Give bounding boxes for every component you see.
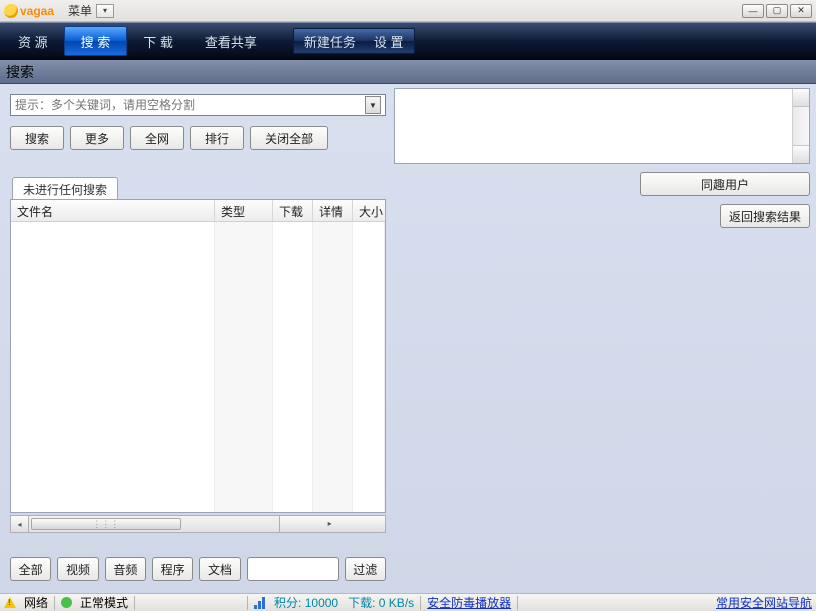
app-name: vagaa — [20, 4, 54, 18]
results-body — [11, 222, 385, 512]
search-input[interactable] — [15, 98, 365, 112]
col-size[interactable]: 大小 — [353, 200, 385, 221]
same-interest-button[interactable]: 同趣用户 — [640, 172, 810, 196]
status-bar: 网络 正常模式 积分: 10000 下载: 0 KB/s 安全防毒播放器 常用安… — [0, 593, 816, 611]
col-detail[interactable]: 详情 — [313, 200, 353, 221]
nav-search[interactable]: 搜 索 — [64, 26, 128, 56]
preview-vscroll[interactable] — [792, 89, 809, 163]
filter-document-button[interactable]: 文档 — [199, 557, 240, 581]
status-mode[interactable]: 正常模式 — [80, 594, 128, 611]
menu-dropdown-icon[interactable]: ▾ — [96, 4, 114, 18]
rank-button[interactable]: 排行 — [190, 126, 244, 150]
status-dl-value: 0 KB/s — [379, 596, 414, 610]
preview-pane — [394, 88, 810, 164]
search-dropdown-icon[interactable]: ▼ — [365, 96, 381, 114]
results-hscroll[interactable]: ◂ ⋮⋮⋮ ▸ — [10, 515, 386, 533]
close-button[interactable]: ✕ — [790, 4, 812, 18]
signal-bars-icon — [254, 597, 268, 609]
hscroll-left-icon[interactable]: ◂ — [11, 516, 29, 532]
app-logo-icon — [4, 4, 18, 18]
main-area: ▼ 搜索 更多 全网 排行 关闭全部 未进行任何搜索 文件名 类型 下载 详情 … — [0, 84, 816, 593]
nav-download[interactable]: 下 载 — [127, 26, 189, 56]
filter-apply-button[interactable]: 过滤 — [345, 557, 386, 581]
filter-all-button[interactable]: 全部 — [10, 557, 51, 581]
results-header: 文件名 类型 下载 详情 大小 — [11, 200, 385, 222]
close-all-button[interactable]: 关闭全部 — [250, 126, 328, 150]
page-subtitle: 搜索 — [0, 60, 816, 84]
filter-input[interactable] — [247, 557, 339, 581]
left-panel: ▼ 搜索 更多 全网 排行 关闭全部 未进行任何搜索 文件名 类型 下载 详情 … — [0, 84, 394, 593]
filter-audio-button[interactable]: 音频 — [105, 557, 146, 581]
nav-resources[interactable]: 资 源 — [2, 26, 64, 56]
filter-program-button[interactable]: 程序 — [152, 557, 193, 581]
results-tabs: 未进行任何搜索 — [10, 178, 386, 200]
main-nav: 资 源 搜 索 下 载 查看共享 新建任务 设 置 — [0, 22, 816, 60]
nav-settings[interactable]: 设 置 — [374, 32, 404, 51]
nav-special-group: 新建任务 设 置 — [293, 28, 415, 54]
more-button[interactable]: 更多 — [70, 126, 124, 150]
minimize-button[interactable]: — — [742, 4, 764, 18]
filter-row: 全部 视频 音频 程序 文档 过滤 — [10, 557, 386, 581]
nav-share[interactable]: 查看共享 — [189, 26, 273, 56]
nav-new-task[interactable]: 新建任务 — [304, 32, 356, 51]
col-download[interactable]: 下载 — [273, 200, 313, 221]
back-results-button[interactable]: 返回搜索结果 — [720, 204, 810, 228]
status-network[interactable]: 网络 — [24, 594, 48, 611]
titlebar: vagaa 菜单 ▾ — ▢ ✕ — [0, 0, 816, 22]
filter-video-button[interactable]: 视频 — [57, 557, 98, 581]
col-type[interactable]: 类型 — [215, 200, 273, 221]
results-list: 文件名 类型 下载 详情 大小 — [10, 200, 386, 513]
maximize-button[interactable]: ▢ — [766, 4, 788, 18]
status-link-player[interactable]: 安全防毒播放器 — [427, 594, 511, 611]
hscroll-thumb[interactable]: ⋮⋮⋮ — [31, 518, 181, 530]
allnet-button[interactable]: 全网 — [130, 126, 184, 150]
warning-icon — [4, 597, 16, 608]
tab-no-search[interactable]: 未进行任何搜索 — [12, 177, 118, 199]
status-score-value: 10000 — [305, 596, 338, 610]
status-dl-label: 下载: — [348, 596, 375, 610]
search-button[interactable]: 搜索 — [10, 126, 64, 150]
status-score-label: 积分: — [274, 596, 301, 610]
right-panel: 同趣用户 返回搜索结果 — [394, 84, 816, 593]
hscroll-right-icon[interactable]: ▸ — [279, 516, 385, 532]
col-filename[interactable]: 文件名 — [11, 200, 215, 221]
mode-ok-icon — [61, 597, 72, 608]
status-link-nav[interactable]: 常用安全网站导航 — [716, 594, 812, 611]
menu-label[interactable]: 菜单 — [68, 2, 92, 19]
search-box[interactable]: ▼ — [10, 94, 386, 116]
